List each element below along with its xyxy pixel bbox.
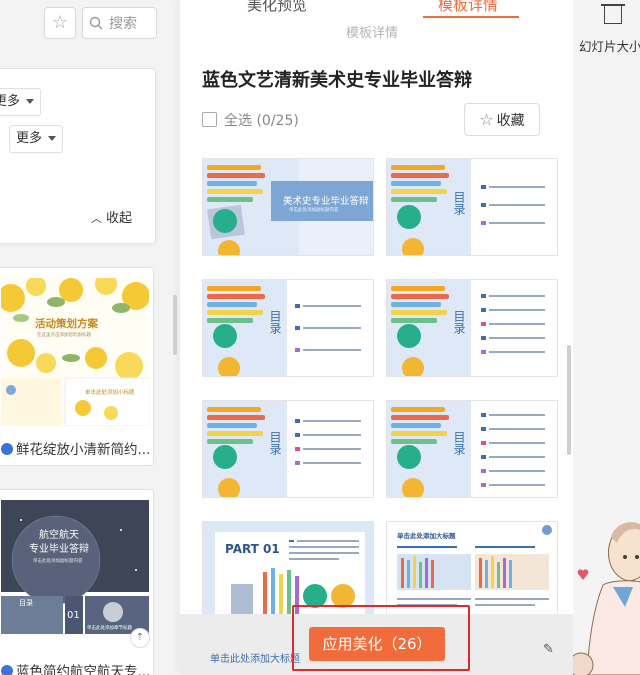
left-scrollbar[interactable]: [173, 295, 177, 355]
slide-thumbnail-toc[interactable]: 目录: [202, 400, 374, 498]
slide-thumbnail-toc[interactable]: 目录: [202, 279, 374, 377]
filter-card: 更多 更多 ︿ 收起: [0, 68, 156, 244]
template-caption-text: 蓝色简约航空航天专...: [16, 664, 151, 675]
search-input[interactable]: [109, 14, 155, 34]
template-thumbnail: 活动策划方案 在这里点击添加您的副标题 单击此处添加小标题: [1, 278, 149, 426]
apply-beautify-button[interactable]: 应用美化（26）: [309, 627, 445, 661]
slide-toc-title: 目录: [452, 431, 466, 455]
select-all-checkbox[interactable]: [202, 112, 217, 127]
thumbnail-number: 01: [67, 610, 80, 621]
slide-size-label[interactable]: 幻灯片大小: [579, 36, 640, 55]
search-box[interactable]: [82, 7, 157, 39]
slide-thumbnail-toc[interactable]: 目录: [386, 400, 558, 498]
caret-down-icon: [26, 99, 35, 104]
favorite-button[interactable]: ☆ 收藏: [464, 103, 540, 136]
favorites-button[interactable]: ☆: [44, 7, 76, 39]
thumbnail-title-line2: 专业毕业答辩: [29, 544, 89, 555]
favorite-label: 收藏: [496, 113, 525, 129]
edit-icon[interactable]: ✎: [543, 642, 554, 657]
template-caption-text: 鲜花绽放小清新简约...: [16, 442, 151, 458]
active-tab-indicator: [423, 16, 519, 18]
slide-cover-subtitle: 单击此处添加副标题内容: [289, 208, 339, 213]
right-toolbar: 幻灯片大小: [573, 0, 640, 675]
thumbnail-section: 单击此处添加章节标题: [87, 626, 132, 631]
thumbnail-toc: 目录: [19, 599, 33, 607]
slide-toc-title: 目录: [452, 310, 466, 334]
filter-more-dropdown-1[interactable]: 更多: [0, 88, 42, 116]
template-caption: 蓝色简约航空航天专...: [1, 660, 150, 675]
thumbnail-title-line1: 航空航天: [39, 530, 79, 541]
thumbnail-title: 活动策划方案: [35, 318, 98, 330]
template-title: 蓝色文艺清新美术史专业毕业答辩: [202, 70, 472, 91]
select-all-label[interactable]: 全选 (0/25): [224, 110, 299, 130]
thumbnail-subtitle: 单击此处添加副标题内容: [33, 559, 83, 564]
slide-thumbnail-cover[interactable]: 美术史专业毕业答辩 单击此处添加副标题内容: [202, 158, 374, 256]
filter-more-dropdown-2[interactable]: 更多: [9, 125, 64, 153]
slide-cover-title: 美术史专业毕业答辩: [283, 196, 369, 207]
slide-thumbnail-toc[interactable]: 目录: [386, 279, 558, 377]
filter-more-label: 更多: [0, 94, 21, 109]
thumbnail-subtitle: 在这里点击添加您的副标题: [37, 333, 91, 338]
star-icon: ☆: [51, 12, 69, 33]
star-icon: ☆: [479, 110, 494, 129]
thumbnail-section: 单击此处添加小标题: [85, 390, 135, 396]
slide-thumbnail-toc[interactable]: 目录: [386, 158, 558, 256]
back-to-top-icon[interactable]: ⇡: [130, 628, 150, 648]
template-card[interactable]: 活动策划方案 在这里点击添加您的副标题 单击此处添加小标题 鲜花绽放小清新简约.…: [0, 267, 154, 466]
slide-content-title: 单击此处添加大标题: [397, 532, 456, 540]
assistant-mascot-icon[interactable]: [573, 515, 640, 675]
section-label: 模板详情: [346, 26, 399, 41]
filter-more-label: 更多: [16, 131, 43, 146]
slide-toc-title: 目录: [268, 431, 282, 455]
slide-toc-title: 目录: [268, 310, 282, 334]
chevron-up-icon: ︿: [91, 212, 102, 225]
tab-beautify-preview[interactable]: 美化预览: [247, 0, 307, 15]
template-type-icon: [1, 443, 13, 455]
slide-part-title: PART 01: [225, 542, 280, 556]
partial-slide-title: 单击此处添加大标题: [210, 654, 300, 665]
template-browser-panel: ☆ 更多 更多 ︿ 收起: [0, 0, 178, 675]
slide-size-icon[interactable]: [601, 4, 625, 24]
collapse-button[interactable]: ︿ 收起: [91, 207, 132, 226]
slide-toc-title: 目录: [452, 191, 466, 215]
center-scrollbar[interactable]: [567, 345, 571, 455]
template-card[interactable]: 航空航天 专业毕业答辩 单击此处添加副标题内容 目录 01 单击此处添加章节标题…: [0, 489, 154, 675]
search-icon: [89, 16, 103, 30]
template-type-icon: [1, 665, 13, 675]
template-thumbnail: 航空航天 专业毕业答辩 单击此处添加副标题内容 目录 01 单击此处添加章节标题: [1, 500, 149, 648]
template-detail-panel: 美化预览 模板详情 模板详情 蓝色文艺清新美术史专业毕业答辩 全选 (0/25)…: [180, 0, 573, 675]
tab-template-details[interactable]: 模板详情: [438, 0, 498, 15]
collapse-label: 收起: [106, 211, 133, 226]
template-caption: 鲜花绽放小清新简约...: [1, 438, 150, 458]
caret-down-icon: [48, 136, 57, 141]
